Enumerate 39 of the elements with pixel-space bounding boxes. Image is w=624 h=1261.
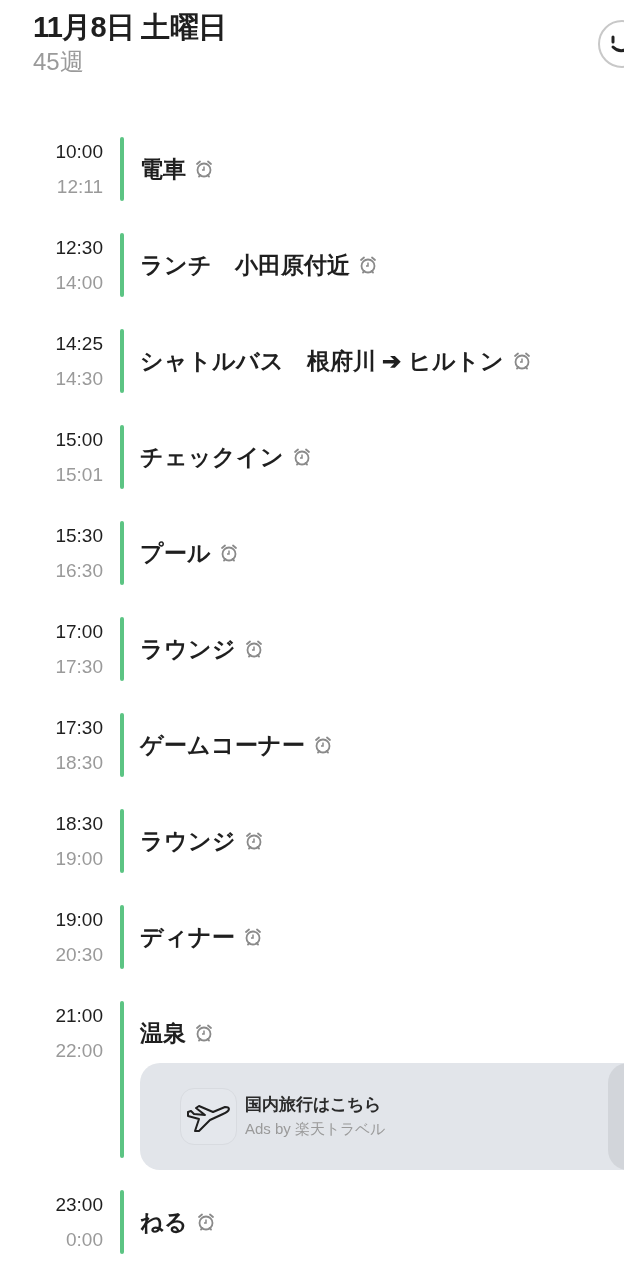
event-title[interactable]: チェックイン — [140, 439, 284, 475]
ad-banner[interactable]: 国内旅行はこちら Ads by 楽天トラベル — [140, 1063, 624, 1170]
event-title[interactable]: ディナー — [140, 919, 235, 955]
start-time: 18:30 — [55, 812, 103, 836]
event-title[interactable]: ゲームコーナー — [140, 727, 305, 763]
event-title[interactable]: 温泉 — [140, 1015, 186, 1051]
end-time: 17:30 — [55, 655, 103, 679]
start-time: 17:00 — [55, 620, 103, 644]
start-time: 23:00 — [55, 1193, 103, 1217]
event-title[interactable]: ラウンジ — [140, 631, 236, 667]
ad-title: 国内旅行はこちら — [245, 1093, 382, 1116]
start-time: 12:30 — [55, 236, 103, 260]
start-time: 21:00 — [55, 1004, 103, 1028]
ad-source: Ads by 楽天トラベル — [245, 1118, 386, 1139]
start-time: 17:30 — [55, 716, 103, 740]
airplane-icon — [180, 1088, 237, 1145]
start-time: 19:00 — [55, 908, 103, 932]
end-time: 19:00 — [55, 847, 103, 871]
end-time: 16:30 — [55, 559, 103, 583]
date-title: 11月8日 土曜日 — [33, 10, 227, 45]
event-title[interactable]: ラウンジ — [140, 823, 236, 859]
end-time: 18:30 — [55, 751, 103, 775]
event-title[interactable]: 電車 — [140, 151, 186, 187]
start-time: 10:00 — [55, 140, 103, 164]
start-time: 14:25 — [55, 332, 103, 356]
end-time: 12:11 — [56, 175, 103, 199]
end-time: 20:30 — [55, 943, 103, 967]
end-time: 15:01 — [55, 463, 103, 487]
start-time: 15:00 — [55, 428, 103, 452]
event-title[interactable]: ねる — [140, 1204, 188, 1240]
event-title[interactable]: シャトルバス 根府川 ➔ ヒルトン — [140, 343, 504, 379]
event-title[interactable]: ランチ 小田原付近 — [140, 247, 350, 283]
end-time: 22:00 — [55, 1039, 103, 1063]
event-title[interactable]: プール — [140, 535, 211, 571]
end-time: 0:00 — [66, 1228, 103, 1252]
week-number: 45週 — [33, 47, 85, 77]
end-time: 14:30 — [55, 367, 103, 391]
end-time: 14:00 — [55, 271, 103, 295]
start-time: 15:30 — [55, 524, 103, 548]
